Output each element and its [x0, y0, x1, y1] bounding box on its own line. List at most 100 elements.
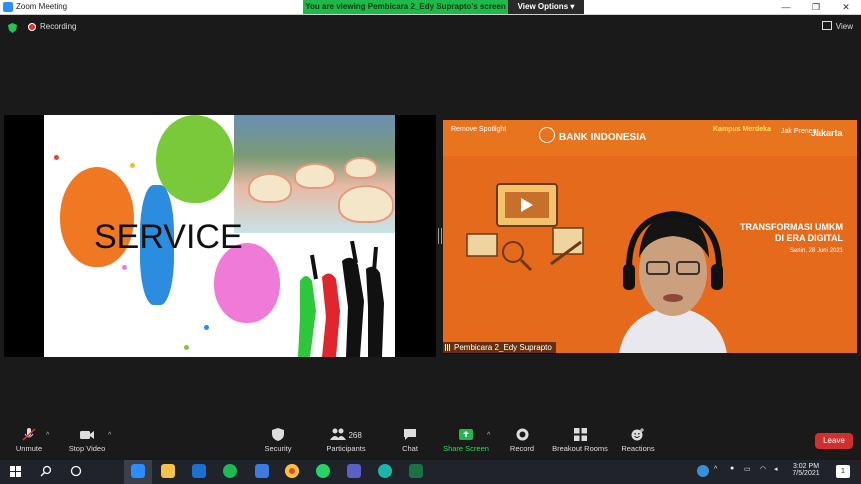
share-screen-icon — [459, 429, 473, 440]
teacup — [344, 157, 378, 179]
participant-name-tag: Pembicara 2_Edy Suprapto — [443, 342, 556, 354]
clock-date: 7/5/2021 — [792, 470, 820, 477]
edge-icon[interactable] — [378, 464, 392, 478]
green-balloon — [156, 115, 234, 203]
participants-count: 268 — [348, 431, 362, 440]
taskbar-clock[interactable]: 3:02 PM 7/5/2021 — [788, 463, 824, 477]
minimize-button[interactable]: — — [771, 0, 801, 14]
breakout-rooms-button[interactable]: Breakout Rooms — [550, 428, 610, 453]
chrome-icon[interactable] — [285, 464, 299, 478]
spotify-icon[interactable] — [223, 464, 237, 478]
chat-bubble-icon — [404, 429, 416, 440]
reactions-label: Reactions — [621, 444, 655, 453]
file-explorer-icon[interactable] — [161, 464, 175, 478]
search-icon[interactable] — [40, 465, 52, 477]
chevron-up-icon[interactable]: ^ — [714, 466, 717, 473]
grid-icon — [821, 21, 832, 30]
participants-icon-group: 268 — [322, 428, 370, 441]
shared-screen-tile[interactable]: SERVICE — [4, 115, 436, 357]
video-camera-icon — [80, 431, 94, 439]
bi-emblem-icon — [539, 127, 555, 143]
zoom-app-icon — [3, 2, 13, 12]
volume-icon[interactable]: ◂ — [774, 465, 778, 473]
video-options-caret[interactable]: ^ — [108, 432, 111, 439]
remove-spotlight-button[interactable]: Remove Spotlight — [451, 126, 531, 142]
security-label: Security — [264, 444, 292, 453]
reactions-button[interactable]: Reactions — [620, 428, 656, 453]
speaker-video-tile[interactable]: Remove Spotlight BANK INDONESIA Kampus M… — [443, 120, 857, 353]
slide-title: SERVICE — [94, 218, 243, 256]
panel-splitter-handle[interactable] — [438, 228, 442, 244]
wifi-icon[interactable]: ◠ — [760, 465, 766, 473]
stop-video-button[interactable]: Stop Video — [64, 428, 110, 453]
teacup — [338, 185, 394, 223]
participants-button[interactable]: 268 Participants — [322, 428, 370, 453]
help-tray-icon[interactable] — [697, 465, 709, 477]
mail-icon[interactable] — [192, 464, 206, 478]
breakout-rooms-label: Breakout Rooms — [552, 444, 608, 453]
breakout-grid-icon — [573, 428, 587, 441]
view-label: View — [835, 22, 853, 31]
dancers-silhouette — [298, 241, 384, 357]
shield-icon — [272, 428, 284, 441]
bank-indonesia-logo: BANK INDONESIA — [539, 127, 646, 143]
excel-icon[interactable] — [409, 464, 423, 478]
close-button[interactable]: ✕ — [831, 0, 861, 14]
share-screen-button[interactable]: Share Screen — [442, 428, 490, 453]
bank-name: BANK INDONESIA — [559, 132, 647, 143]
stop-video-label: Stop Video — [68, 444, 106, 453]
viewing-screen-banner: You are viewing Pembicara 2_Edy Suprapto… — [303, 0, 508, 14]
share-options-caret[interactable]: ^ — [487, 432, 490, 439]
zoom-taskbar-icon[interactable] — [131, 464, 145, 478]
confetti — [184, 345, 189, 350]
unmute-button[interactable]: Unmute — [12, 428, 46, 453]
teacup — [294, 163, 336, 189]
chat-button[interactable]: Chat — [398, 428, 422, 453]
windows-taskbar: ^ ● ▭ ◠ ◂ 3:02 PM 7/5/2021 1 — [0, 460, 861, 484]
security-button[interactable]: Security — [260, 428, 296, 453]
service-slide: SERVICE — [44, 115, 395, 357]
digital-economy-illustration — [466, 183, 584, 272]
jakarta-logo: Jakarta — [811, 128, 843, 138]
share-screen-label: Share Screen — [443, 444, 489, 453]
battery-icon[interactable]: ▭ — [744, 465, 751, 473]
view-button[interactable]: View — [821, 21, 853, 33]
confetti — [122, 265, 127, 270]
kampus-merdeka-logo: Kampus Merdeka — [713, 126, 771, 133]
shield-icon[interactable] — [8, 23, 17, 33]
teacup — [248, 173, 292, 203]
smiley-plus-icon — [631, 428, 644, 441]
recording-icon — [28, 23, 36, 31]
microphone-tray-icon[interactable]: ● — [730, 465, 734, 472]
participant-name: Pembicara 2_Edy Suprapto — [454, 343, 552, 352]
clock-time: 3:02 PM — [792, 463, 820, 470]
chat-label: Chat — [402, 444, 418, 453]
unmute-label: Unmute — [15, 444, 43, 453]
notification-badge[interactable]: 1 — [836, 465, 850, 478]
maximize-button[interactable]: ❐ — [801, 0, 831, 14]
recording-label[interactable]: Recording — [40, 21, 76, 33]
record-icon — [516, 428, 528, 441]
confetti — [130, 163, 135, 168]
teacup-ride-photo — [234, 115, 395, 233]
app-icon[interactable] — [255, 464, 269, 478]
people-icon — [330, 428, 347, 440]
record-label: Record — [509, 444, 535, 453]
record-button[interactable]: Record — [508, 428, 536, 453]
muted-mic-icon — [22, 428, 36, 441]
audio-options-caret[interactable]: ^ — [46, 432, 49, 439]
meeting-toolbar: Unmute ^ Stop Video ^ Security 268 Parti… — [0, 424, 861, 460]
confetti — [204, 325, 209, 330]
leave-button[interactable]: Leave — [815, 433, 853, 449]
signal-bars-icon — [445, 344, 451, 351]
task-view-icon[interactable] — [70, 465, 82, 477]
window-title: Zoom Meeting — [16, 2, 68, 11]
windows-start-icon[interactable] — [10, 466, 21, 477]
whatsapp-icon[interactable] — [316, 464, 330, 478]
meeting-top-bar: Recording View — [0, 15, 861, 39]
confetti — [54, 155, 59, 160]
speaker-video-feed — [619, 210, 727, 353]
view-options-button[interactable]: View Options ▾ — [508, 0, 584, 14]
participants-label: Participants — [326, 444, 366, 453]
teams-icon[interactable] — [347, 464, 361, 478]
